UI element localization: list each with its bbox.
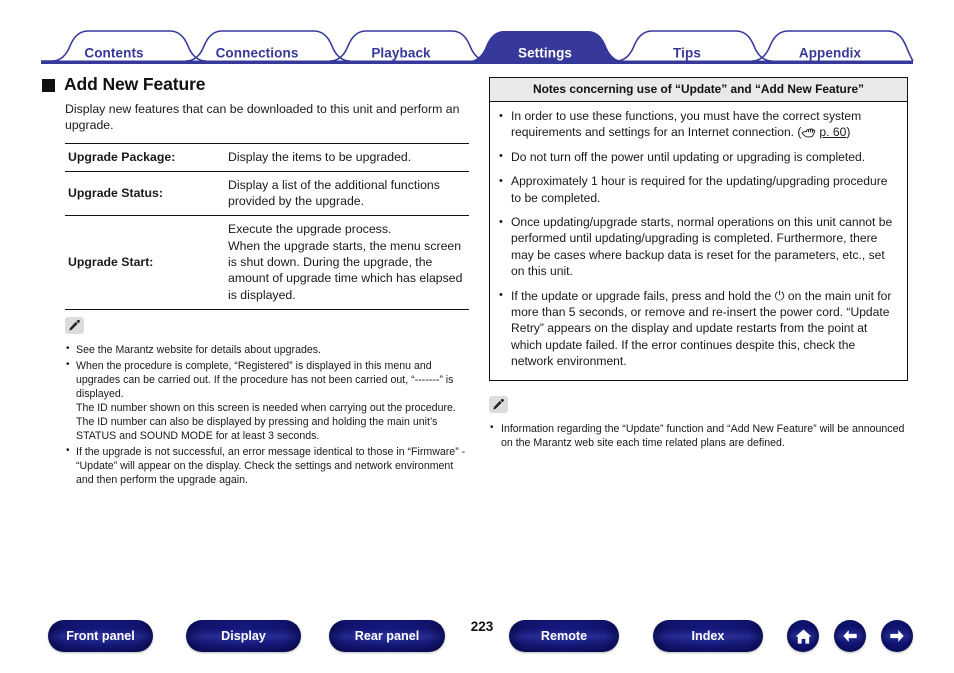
footer-nav: Front panel Display Rear panel Remote In… (0, 618, 954, 658)
pointing-hand-icon (802, 128, 816, 138)
intro-paragraph: Display new features that can be downloa… (65, 102, 460, 133)
rear-panel-button[interactable]: Rear panel (329, 620, 445, 652)
table-row: Upgrade Status: Display a list of the ad… (65, 171, 469, 216)
table-row: Upgrade Package: Display the items to be… (65, 143, 469, 171)
table-cell-value: Execute the upgrade process. When the up… (228, 222, 463, 302)
tab-bar: Contents Connections Playback Settings T… (0, 20, 954, 64)
notes-box-title: Notes concerning use of “Update” and “Ad… (490, 78, 907, 102)
square-bullet-icon (42, 79, 55, 92)
tab-contents[interactable]: Contents (84, 46, 143, 61)
right-column: Notes concerning use of “Update” and “Ad… (489, 77, 908, 452)
home-icon (795, 629, 811, 644)
back-button[interactable] (834, 620, 866, 652)
table-row: Upgrade Start: Execute the upgrade proce… (65, 215, 469, 310)
left-notes-list: See the Marantz website for details abou… (65, 342, 469, 487)
page-title: Add New Feature (42, 74, 206, 95)
page-reference[interactable]: (p. 60) (797, 125, 850, 139)
tab-connections[interactable]: Connections (216, 46, 299, 61)
tab-tips[interactable]: Tips (673, 46, 701, 61)
page-title-text: Add New Feature (64, 74, 206, 94)
tab-playback[interactable]: Playback (371, 46, 430, 61)
tab-underline (41, 60, 913, 64)
page-root: Contents Connections Playback Settings T… (0, 0, 954, 673)
display-button[interactable]: Display (186, 620, 301, 652)
page-reference-label: p. 60 (819, 125, 847, 140)
index-button[interactable]: Index (653, 620, 763, 652)
list-item: Information regarding the “Update” funct… (489, 421, 908, 450)
power-icon: ⏻ (774, 288, 785, 303)
arrow-left-icon (843, 630, 857, 642)
table-cell-key: Upgrade Status: (68, 186, 163, 201)
tab-appendix[interactable]: Appendix (799, 46, 861, 61)
table-cell-value: Display a list of the additional functio… (228, 177, 440, 209)
home-button[interactable] (787, 620, 819, 652)
list-item: See the Marantz website for details abou… (65, 342, 469, 357)
notes-box-list: In order to use these functions, you mus… (498, 108, 897, 370)
pencil-icon (489, 395, 508, 413)
notes-box: Notes concerning use of “Update” and “Ad… (489, 77, 908, 381)
remote-button[interactable]: Remote (509, 620, 619, 652)
pencil-icon (65, 316, 84, 334)
tab-settings[interactable]: Settings (518, 46, 572, 61)
right-notes-section: Information regarding the “Update” funct… (489, 395, 908, 450)
table-cell-key: Upgrade Start: (68, 255, 154, 270)
notes-box-body: In order to use these functions, you mus… (490, 102, 907, 380)
list-item: Do not turn off the power until updating… (498, 148, 897, 165)
list-item: In order to use these functions, you mus… (498, 108, 897, 141)
list-item: If the upgrade is not successful, an err… (65, 444, 469, 487)
left-notes-section: See the Marantz website for details abou… (65, 316, 469, 487)
list-item: Once updating/upgrade starts, normal ope… (498, 214, 897, 280)
table-cell-value: Display the items to be upgraded. (228, 149, 412, 164)
right-notes-list: Information regarding the “Update” funct… (489, 421, 908, 450)
table-cell-key: Upgrade Package: (68, 149, 176, 164)
front-panel-button[interactable]: Front panel (48, 620, 153, 652)
forward-button[interactable] (881, 620, 913, 652)
settings-table: Upgrade Package: Display the items to be… (65, 143, 469, 310)
note-text-before: If the update or upgrade fails, press an… (511, 288, 775, 303)
list-item: If the update or upgrade fails, press an… (498, 287, 897, 370)
left-column: Display new features that can be downloa… (65, 101, 469, 489)
list-item: When the procedure is complete, “Registe… (65, 358, 469, 443)
arrow-right-icon (890, 630, 904, 642)
list-item: Approximately 1 hour is required for the… (498, 173, 897, 206)
